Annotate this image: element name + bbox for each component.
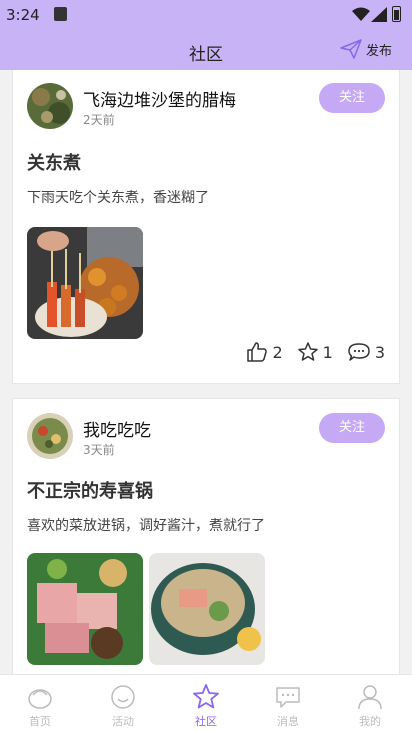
star-icon [297, 342, 318, 361]
wifi-icon [352, 7, 370, 21]
post-body: 喜欢的菜放进锅，调好酱汁，煮就行了 [27, 518, 265, 534]
favorite-count: 1 [322, 342, 333, 362]
status-time: 3:24 [6, 6, 40, 24]
like-button[interactable]: 2 [246, 341, 283, 363]
favorite-button[interactable]: 1 [297, 341, 333, 363]
post-image[interactable] [27, 553, 143, 665]
publish-button[interactable]: 发布 [340, 39, 392, 59]
post-stats: 2 1 3 [246, 341, 385, 363]
post-username[interactable]: 飞海边堆沙堡的腊梅 [83, 86, 236, 111]
comment-count: 3 [374, 342, 385, 362]
send-icon [340, 39, 362, 59]
comment-button[interactable]: 3 [347, 341, 385, 363]
app-header: 社区 发布 [0, 30, 412, 70]
status-bar: 3:24 [0, 0, 412, 30]
tab-activity[interactable]: 活动 [93, 683, 153, 729]
avatar[interactable] [27, 413, 73, 459]
signal-icon [371, 7, 387, 22]
tab-label: 我的 [359, 715, 381, 728]
home-icon [28, 689, 52, 709]
like-count: 2 [272, 342, 283, 362]
tab-community[interactable]: 社区 [176, 683, 236, 729]
activity-icon [111, 685, 135, 709]
publish-label: 发布 [365, 43, 392, 59]
tab-label: 社区 [195, 715, 217, 728]
post-time: 2天前 [83, 113, 115, 127]
post-username[interactable]: 我吃吃吃 [83, 416, 151, 441]
post-card[interactable]: 飞海边堆沙堡的腊梅 2天前 关注 关东煮 下雨天吃个关东煮，香迷糊了 2 1 3 [12, 70, 400, 384]
tab-label: 消息 [277, 715, 299, 728]
post-title: 不正宗的寿喜锅 [27, 481, 153, 502]
post-image[interactable] [149, 553, 265, 665]
avatar[interactable] [27, 83, 73, 129]
star-icon [193, 684, 219, 709]
post-body: 下雨天吃个关东煮，香迷糊了 [27, 190, 209, 206]
post-title: 关东煮 [27, 153, 81, 174]
tab-home[interactable]: 首页 [10, 683, 70, 729]
profile-icon [358, 685, 382, 710]
tab-label: 首页 [29, 715, 51, 728]
battery-icon [392, 6, 401, 22]
follow-button[interactable]: 关注 [319, 413, 385, 443]
follow-button[interactable]: 关注 [319, 83, 385, 113]
post-image[interactable] [27, 227, 143, 339]
bottom-tab-bar: 首页 活动 社区 消息 我的 [0, 674, 412, 732]
notification-icon [54, 7, 67, 21]
post-card[interactable]: 我吃吃吃 3天前 关注 不正宗的寿喜锅 喜欢的菜放进锅，调好酱汁，煮就行了 [12, 398, 400, 674]
post-time: 3天前 [83, 443, 115, 457]
thumbs-up-icon [247, 342, 268, 362]
comment-icon [348, 343, 370, 361]
message-icon [276, 687, 300, 708]
tab-profile[interactable]: 我的 [340, 683, 400, 729]
tab-messages[interactable]: 消息 [258, 683, 318, 729]
tab-label: 活动 [112, 715, 134, 728]
post-feed[interactable]: 飞海边堆沙堡的腊梅 2天前 关注 关东煮 下雨天吃个关东煮，香迷糊了 2 1 3… [0, 70, 412, 674]
